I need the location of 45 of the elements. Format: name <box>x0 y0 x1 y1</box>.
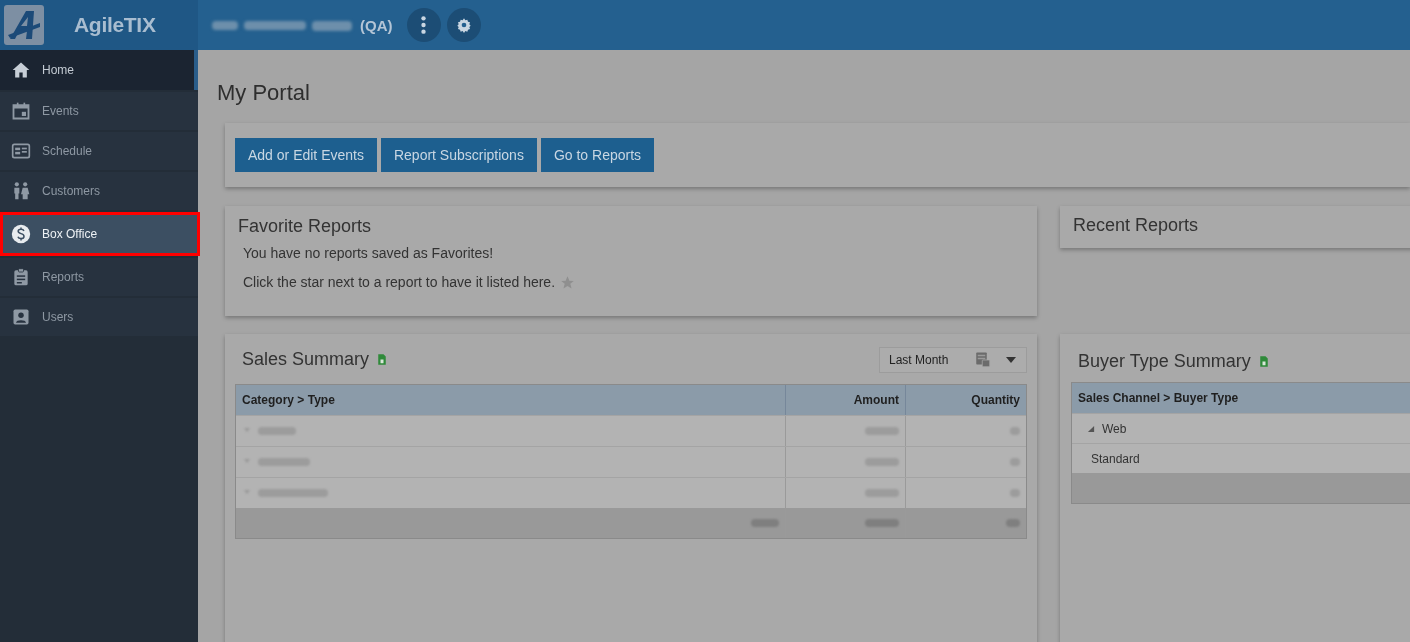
blurred-text <box>751 517 779 529</box>
calendar-icon <box>974 350 992 369</box>
app-name: AgileTIX <box>74 13 156 37</box>
spreadsheet-icon <box>376 352 389 367</box>
card-title: Recent Reports <box>1073 215 1200 236</box>
clipboard-icon <box>11 267 31 287</box>
more-button[interactable] <box>406 8 441 42</box>
action-button[interactable]: Go to Reports <box>540 138 655 172</box>
star-icon <box>560 274 576 290</box>
action-button[interactable]: Add or Edit Events <box>235 138 377 172</box>
sidebar-item[interactable]: Users <box>0 298 198 336</box>
card-title: Sales Summary <box>242 349 370 370</box>
environment-label: (QA) <box>360 16 393 34</box>
period-dropdown[interactable]: Last Month <box>879 346 1027 373</box>
card-title: Buyer Type Summary <box>1078 351 1251 372</box>
sidebar-item[interactable]: Home <box>0 50 198 90</box>
sidebar-item[interactable]: Reports <box>0 258 198 296</box>
blurred-text <box>865 517 899 529</box>
message-text: Click the star next to a report to have it listed here. <box>243 274 556 290</box>
calendar-icon <box>11 101 31 121</box>
sidebar-item[interactable]: Box Office <box>0 212 200 256</box>
card-title: Favorite Reports <box>238 216 373 237</box>
table-cell: Standard <box>1091 451 1140 466</box>
user-icon <box>11 307 31 327</box>
logo-icon <box>4 5 44 45</box>
sidebar-item[interactable]: Events <box>0 92 198 130</box>
settings-icon <box>455 17 472 33</box>
settings-button[interactable] <box>446 8 481 42</box>
action-button[interactable]: Report Subscriptions <box>380 138 537 172</box>
column-header[interactable]: Sales Channel > Buyer Type <box>1072 383 1410 413</box>
spreadsheet-icon <box>1257 354 1270 369</box>
dropdown-value: Last Month <box>889 352 949 367</box>
schedule-icon <box>11 141 31 161</box>
people-icon <box>11 181 31 201</box>
caret-icon <box>1006 356 1016 363</box>
more-icon <box>421 16 426 34</box>
dollar-icon <box>11 224 31 244</box>
blurred-text <box>1006 517 1020 529</box>
home-icon <box>11 60 31 80</box>
column-header[interactable]: Category > Type <box>236 385 785 415</box>
sidebar-item[interactable]: Customers <box>0 172 198 210</box>
table-cell: Web <box>1102 421 1127 436</box>
message-text: You have no reports saved as Favorites! <box>243 245 494 261</box>
sidebar-item[interactable]: Schedule <box>0 132 198 170</box>
page-title: My Portal <box>217 80 311 106</box>
